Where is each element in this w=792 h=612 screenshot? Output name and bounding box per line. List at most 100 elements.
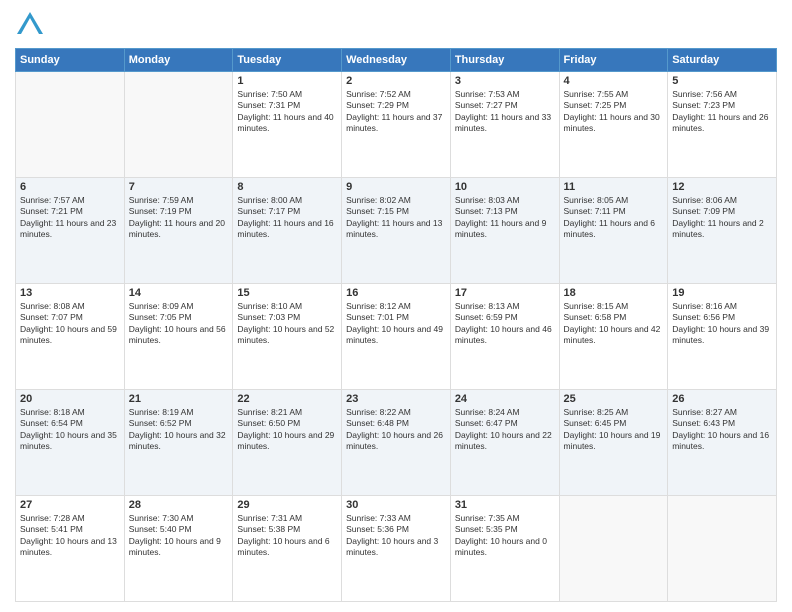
calendar-day-cell (668, 496, 777, 602)
day-number: 30 (346, 499, 446, 511)
day-info: Sunrise: 7:28 AMSunset: 5:41 PMDaylight:… (20, 513, 120, 559)
day-number: 23 (346, 393, 446, 405)
day-number: 13 (20, 287, 120, 299)
day-number: 5 (672, 75, 772, 87)
calendar-day-cell: 6 Sunrise: 7:57 AMSunset: 7:21 PMDayligh… (16, 178, 125, 284)
day-info: Sunrise: 8:16 AMSunset: 6:56 PMDaylight:… (672, 301, 772, 347)
day-info: Sunrise: 8:10 AMSunset: 7:03 PMDaylight:… (237, 301, 337, 347)
day-number: 10 (455, 181, 555, 193)
day-number: 25 (564, 393, 664, 405)
calendar-day-cell: 14 Sunrise: 8:09 AMSunset: 7:05 PMDaylig… (124, 284, 233, 390)
day-number: 18 (564, 287, 664, 299)
day-number: 8 (237, 181, 337, 193)
weekday-header-row: SundayMondayTuesdayWednesdayThursdayFrid… (16, 49, 777, 72)
day-number: 11 (564, 181, 664, 193)
calendar-day-cell: 29 Sunrise: 7:31 AMSunset: 5:38 PMDaylig… (233, 496, 342, 602)
calendar-day-cell: 2 Sunrise: 7:52 AMSunset: 7:29 PMDayligh… (342, 72, 451, 178)
day-info: Sunrise: 8:00 AMSunset: 7:17 PMDaylight:… (237, 195, 337, 241)
calendar-day-cell: 10 Sunrise: 8:03 AMSunset: 7:13 PMDaylig… (450, 178, 559, 284)
day-info: Sunrise: 8:08 AMSunset: 7:07 PMDaylight:… (20, 301, 120, 347)
day-number: 17 (455, 287, 555, 299)
calendar-day-cell: 18 Sunrise: 8:15 AMSunset: 6:58 PMDaylig… (559, 284, 668, 390)
calendar-day-cell: 8 Sunrise: 8:00 AMSunset: 7:17 PMDayligh… (233, 178, 342, 284)
calendar-week-row: 13 Sunrise: 8:08 AMSunset: 7:07 PMDaylig… (16, 284, 777, 390)
weekday-header-cell: Tuesday (233, 49, 342, 72)
day-info: Sunrise: 7:57 AMSunset: 7:21 PMDaylight:… (20, 195, 120, 241)
weekday-header-cell: Friday (559, 49, 668, 72)
day-info: Sunrise: 8:03 AMSunset: 7:13 PMDaylight:… (455, 195, 555, 241)
day-info: Sunrise: 8:24 AMSunset: 6:47 PMDaylight:… (455, 407, 555, 453)
calendar-day-cell (124, 72, 233, 178)
day-info: Sunrise: 7:55 AMSunset: 7:25 PMDaylight:… (564, 89, 664, 135)
day-number: 3 (455, 75, 555, 87)
day-number: 28 (129, 499, 229, 511)
calendar-day-cell: 12 Sunrise: 8:06 AMSunset: 7:09 PMDaylig… (668, 178, 777, 284)
weekday-header-cell: Saturday (668, 49, 777, 72)
calendar-week-row: 6 Sunrise: 7:57 AMSunset: 7:21 PMDayligh… (16, 178, 777, 284)
day-info: Sunrise: 7:35 AMSunset: 5:35 PMDaylight:… (455, 513, 555, 559)
day-number: 12 (672, 181, 772, 193)
calendar-day-cell: 30 Sunrise: 7:33 AMSunset: 5:36 PMDaylig… (342, 496, 451, 602)
calendar-day-cell: 15 Sunrise: 8:10 AMSunset: 7:03 PMDaylig… (233, 284, 342, 390)
day-info: Sunrise: 8:18 AMSunset: 6:54 PMDaylight:… (20, 407, 120, 453)
calendar-day-cell: 4 Sunrise: 7:55 AMSunset: 7:25 PMDayligh… (559, 72, 668, 178)
day-number: 26 (672, 393, 772, 405)
day-number: 20 (20, 393, 120, 405)
weekday-header-cell: Sunday (16, 49, 125, 72)
calendar-day-cell: 3 Sunrise: 7:53 AMSunset: 7:27 PMDayligh… (450, 72, 559, 178)
day-info: Sunrise: 8:05 AMSunset: 7:11 PMDaylight:… (564, 195, 664, 241)
header (15, 10, 777, 40)
day-info: Sunrise: 8:27 AMSunset: 6:43 PMDaylight:… (672, 407, 772, 453)
day-number: 22 (237, 393, 337, 405)
logo-icon (15, 10, 45, 40)
day-info: Sunrise: 7:50 AMSunset: 7:31 PMDaylight:… (237, 89, 337, 135)
calendar-day-cell (16, 72, 125, 178)
day-info: Sunrise: 8:19 AMSunset: 6:52 PMDaylight:… (129, 407, 229, 453)
day-info: Sunrise: 8:21 AMSunset: 6:50 PMDaylight:… (237, 407, 337, 453)
calendar-body: 1 Sunrise: 7:50 AMSunset: 7:31 PMDayligh… (16, 72, 777, 602)
calendar-day-cell: 24 Sunrise: 8:24 AMSunset: 6:47 PMDaylig… (450, 390, 559, 496)
page: SundayMondayTuesdayWednesdayThursdayFrid… (0, 0, 792, 612)
day-number: 6 (20, 181, 120, 193)
day-info: Sunrise: 8:22 AMSunset: 6:48 PMDaylight:… (346, 407, 446, 453)
calendar-day-cell: 20 Sunrise: 8:18 AMSunset: 6:54 PMDaylig… (16, 390, 125, 496)
day-number: 15 (237, 287, 337, 299)
day-number: 9 (346, 181, 446, 193)
calendar-day-cell: 25 Sunrise: 8:25 AMSunset: 6:45 PMDaylig… (559, 390, 668, 496)
day-info: Sunrise: 8:15 AMSunset: 6:58 PMDaylight:… (564, 301, 664, 347)
calendar-day-cell: 23 Sunrise: 8:22 AMSunset: 6:48 PMDaylig… (342, 390, 451, 496)
calendar-day-cell: 1 Sunrise: 7:50 AMSunset: 7:31 PMDayligh… (233, 72, 342, 178)
day-info: Sunrise: 7:31 AMSunset: 5:38 PMDaylight:… (237, 513, 337, 559)
calendar-day-cell: 11 Sunrise: 8:05 AMSunset: 7:11 PMDaylig… (559, 178, 668, 284)
calendar-day-cell: 17 Sunrise: 8:13 AMSunset: 6:59 PMDaylig… (450, 284, 559, 390)
day-number: 24 (455, 393, 555, 405)
day-number: 2 (346, 75, 446, 87)
day-info: Sunrise: 7:59 AMSunset: 7:19 PMDaylight:… (129, 195, 229, 241)
day-number: 16 (346, 287, 446, 299)
day-number: 29 (237, 499, 337, 511)
calendar-day-cell: 27 Sunrise: 7:28 AMSunset: 5:41 PMDaylig… (16, 496, 125, 602)
calendar-day-cell: 31 Sunrise: 7:35 AMSunset: 5:35 PMDaylig… (450, 496, 559, 602)
calendar: SundayMondayTuesdayWednesdayThursdayFrid… (15, 48, 777, 602)
day-number: 27 (20, 499, 120, 511)
calendar-week-row: 20 Sunrise: 8:18 AMSunset: 6:54 PMDaylig… (16, 390, 777, 496)
calendar-day-cell: 16 Sunrise: 8:12 AMSunset: 7:01 PMDaylig… (342, 284, 451, 390)
calendar-day-cell (559, 496, 668, 602)
weekday-header-cell: Monday (124, 49, 233, 72)
calendar-day-cell: 13 Sunrise: 8:08 AMSunset: 7:07 PMDaylig… (16, 284, 125, 390)
calendar-day-cell: 21 Sunrise: 8:19 AMSunset: 6:52 PMDaylig… (124, 390, 233, 496)
day-info: Sunrise: 8:25 AMSunset: 6:45 PMDaylight:… (564, 407, 664, 453)
calendar-day-cell: 9 Sunrise: 8:02 AMSunset: 7:15 PMDayligh… (342, 178, 451, 284)
calendar-day-cell: 22 Sunrise: 8:21 AMSunset: 6:50 PMDaylig… (233, 390, 342, 496)
day-info: Sunrise: 8:09 AMSunset: 7:05 PMDaylight:… (129, 301, 229, 347)
calendar-day-cell: 5 Sunrise: 7:56 AMSunset: 7:23 PMDayligh… (668, 72, 777, 178)
day-info: Sunrise: 7:52 AMSunset: 7:29 PMDaylight:… (346, 89, 446, 135)
day-info: Sunrise: 8:06 AMSunset: 7:09 PMDaylight:… (672, 195, 772, 241)
day-info: Sunrise: 7:56 AMSunset: 7:23 PMDaylight:… (672, 89, 772, 135)
day-info: Sunrise: 7:53 AMSunset: 7:27 PMDaylight:… (455, 89, 555, 135)
calendar-day-cell: 28 Sunrise: 7:30 AMSunset: 5:40 PMDaylig… (124, 496, 233, 602)
day-info: Sunrise: 8:12 AMSunset: 7:01 PMDaylight:… (346, 301, 446, 347)
calendar-day-cell: 19 Sunrise: 8:16 AMSunset: 6:56 PMDaylig… (668, 284, 777, 390)
calendar-day-cell: 26 Sunrise: 8:27 AMSunset: 6:43 PMDaylig… (668, 390, 777, 496)
day-info: Sunrise: 7:30 AMSunset: 5:40 PMDaylight:… (129, 513, 229, 559)
